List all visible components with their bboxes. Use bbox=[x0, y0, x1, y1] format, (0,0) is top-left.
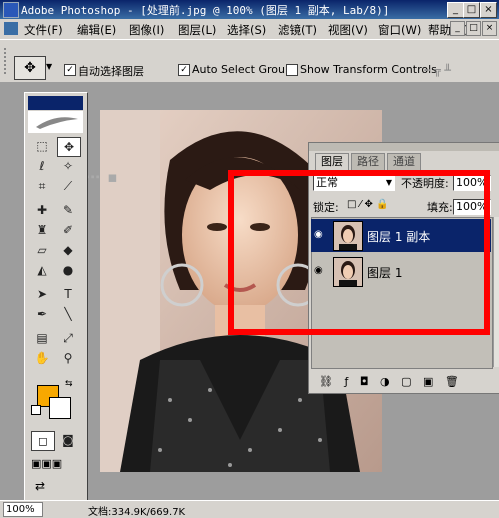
align-icons[interactable]: ┅ ╦ ╨ bbox=[424, 64, 451, 77]
magic-wand-icon[interactable]: ✧ bbox=[57, 157, 79, 175]
menu-bar: 文件(F) 编辑(E) 图像(I) 图层(L) 选择(S) 滤镜(T) 视图(V… bbox=[0, 19, 499, 39]
standard-mode-icon[interactable]: ◻ bbox=[31, 431, 55, 451]
line-tool-icon[interactable]: ╲ bbox=[57, 305, 79, 323]
screen-mode-icons[interactable]: ▣▣▣ bbox=[31, 457, 62, 470]
close-button[interactable]: × bbox=[480, 2, 497, 18]
preset-dropdown-icon[interactable]: ▼ bbox=[46, 62, 52, 71]
window-title: Adobe Photoshop - [处理前.jpg @ 100% (图层 1 … bbox=[21, 4, 390, 17]
options-grip[interactable] bbox=[4, 48, 11, 74]
paint-bucket-icon[interactable]: ◆ bbox=[57, 241, 79, 259]
history-brush-icon[interactable]: ✐ bbox=[57, 221, 79, 239]
show-transform-controls-checkbox[interactable] bbox=[286, 64, 298, 76]
auto-select-groups-label: Auto Select Groups bbox=[192, 63, 298, 76]
red-highlight-box bbox=[228, 170, 490, 335]
menu-file[interactable]: 文件(F) bbox=[24, 22, 63, 38]
dodge-tool-icon[interactable]: ● bbox=[57, 261, 79, 279]
maximize-button[interactable]: □ bbox=[463, 2, 480, 18]
auto-select-layer-label: 自动选择图层 bbox=[78, 65, 144, 78]
path-selection-icon[interactable]: ➤ bbox=[31, 285, 53, 303]
menu-image[interactable]: 图像(I) bbox=[129, 22, 164, 38]
photoshop-app-icon[interactable] bbox=[3, 2, 19, 18]
document-icon[interactable] bbox=[4, 22, 18, 35]
clone-stamp-icon[interactable]: ♜ bbox=[31, 221, 53, 239]
status-bar: 100% 文档:334.9K/669.7K bbox=[0, 500, 499, 518]
crop-tool-icon[interactable]: ⌗ bbox=[31, 177, 53, 195]
toolbox-header[interactable] bbox=[28, 96, 83, 110]
zoom-tool-icon[interactable]: ⚲ bbox=[57, 349, 79, 367]
eyedropper-icon[interactable]: ⤢ bbox=[57, 329, 79, 347]
jump-to-imageready-icon[interactable]: ⇄ bbox=[35, 479, 45, 493]
zoom-level-input[interactable]: 100% bbox=[3, 502, 43, 517]
toolbox: ⬚ ✥ ℓ ✧ ⌗ ⟋ ✚ ✎ ♜ ✐ ▱ ◆ ◭ ● ➤ T ✒ ╲ ▤ ⤢ … bbox=[24, 92, 88, 504]
title-bar: Adobe Photoshop - [处理前.jpg @ 100% (图层 1 … bbox=[0, 0, 499, 19]
move-tool-icon[interactable]: ✥ bbox=[57, 137, 81, 157]
lasso-tool-icon[interactable]: ℓ bbox=[31, 157, 53, 175]
move-tool-preset-icon[interactable]: ✥ bbox=[14, 56, 46, 80]
slice-tool-icon[interactable]: ⟋ bbox=[57, 177, 79, 195]
show-transform-controls-label: Show Transform Controls bbox=[300, 63, 437, 76]
tab-channels[interactable]: 通道 bbox=[387, 153, 421, 170]
layer-bottom-buttons[interactable]: ⛓ ƒ ◘ ◑ ▢ ▣ 🗑 bbox=[319, 375, 463, 388]
background-color-swatch[interactable] bbox=[49, 397, 71, 419]
layers-scrollbar[interactable] bbox=[493, 217, 499, 367]
hand-tool-icon[interactable]: ✋ bbox=[31, 349, 53, 367]
auto-select-groups-checkbox[interactable]: ✓ bbox=[178, 64, 190, 76]
default-colors-icon[interactable] bbox=[31, 405, 41, 415]
blur-tool-icon[interactable]: ◭ bbox=[31, 261, 53, 279]
notes-tool-icon[interactable]: ▤ bbox=[31, 329, 53, 347]
doc-restore-button[interactable]: □ bbox=[466, 21, 481, 36]
healing-brush-icon[interactable]: ✚ bbox=[31, 201, 53, 219]
minimize-button[interactable]: _ bbox=[447, 2, 464, 18]
menu-layer[interactable]: 图层(L) bbox=[178, 22, 216, 38]
menu-select[interactable]: 选择(S) bbox=[227, 22, 266, 38]
quick-mask-icon[interactable]: ◙ bbox=[57, 431, 79, 449]
doc-minimize-button[interactable]: _ bbox=[450, 21, 465, 36]
menu-window[interactable]: 窗口(W) bbox=[378, 22, 421, 38]
tab-paths[interactable]: 路径 bbox=[351, 153, 385, 170]
brush-tool-icon[interactable]: ✎ bbox=[57, 201, 79, 219]
menu-filter[interactable]: 滤镜(T) bbox=[278, 22, 317, 38]
options-bar: ✥ ▼ ✓ 自动选择图层 ✓ Auto Select Groups Show T… bbox=[0, 39, 499, 83]
pen-tool-icon[interactable]: ✒ bbox=[31, 305, 53, 323]
menu-view[interactable]: 视图(V) bbox=[328, 22, 368, 38]
document-size-info: 文档:334.9K/669.7K bbox=[88, 507, 186, 518]
palette-title-bar[interactable] bbox=[309, 143, 499, 151]
tab-layers[interactable]: 图层 bbox=[315, 153, 349, 170]
feather-logo[interactable] bbox=[28, 111, 83, 133]
swap-colors-icon[interactable]: ⇆ bbox=[65, 379, 73, 389]
eraser-tool-icon[interactable]: ▱ bbox=[31, 241, 53, 259]
marquee-tool-icon[interactable]: ⬚ bbox=[31, 137, 53, 155]
auto-select-layer-checkbox[interactable]: ✓ bbox=[64, 64, 76, 76]
menu-edit[interactable]: 编辑(E) bbox=[77, 22, 116, 38]
type-tool-icon[interactable]: T bbox=[57, 285, 79, 303]
doc-close-button[interactable]: × bbox=[482, 21, 497, 36]
